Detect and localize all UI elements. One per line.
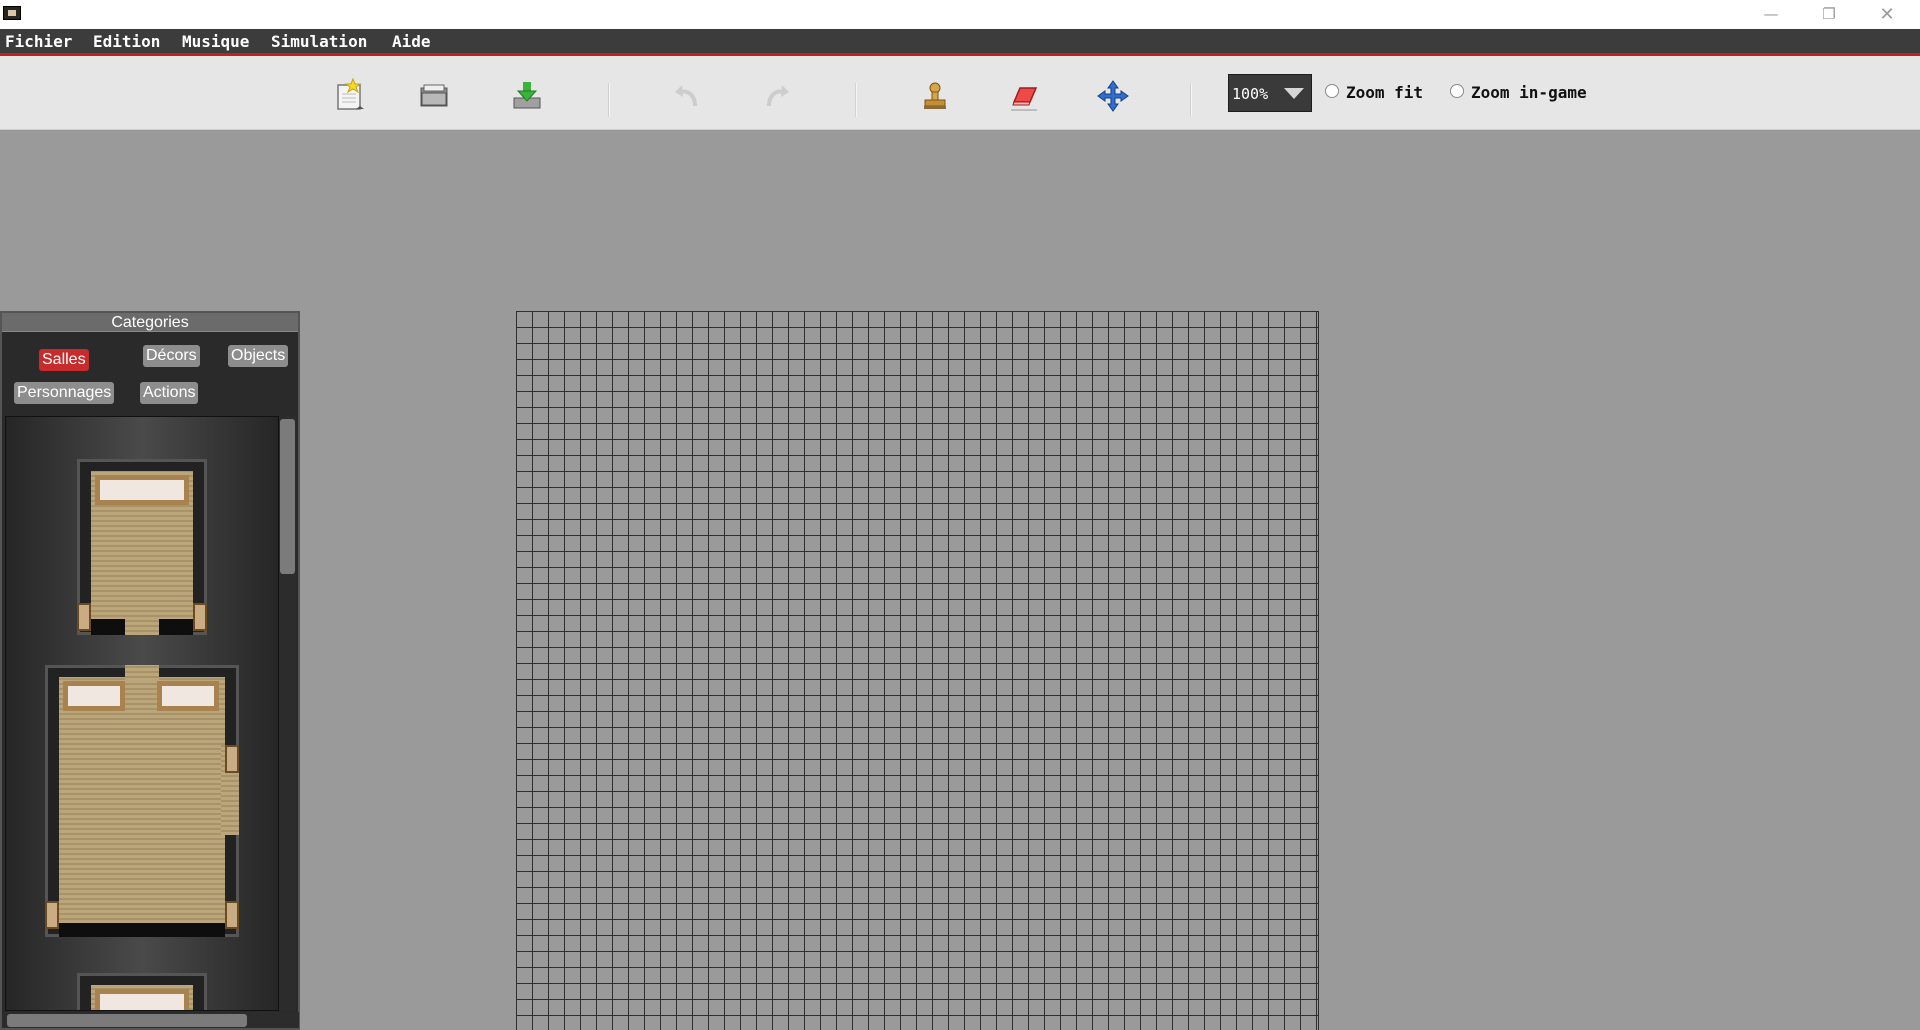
toolbar-separator bbox=[1190, 83, 1192, 117]
menu-simulation[interactable]: Simulation bbox=[271, 32, 367, 52]
tile-list[interactable] bbox=[5, 416, 279, 1011]
open-button[interactable] bbox=[415, 76, 455, 116]
zoom-select[interactable]: 100% bbox=[1228, 74, 1312, 112]
stamp-icon bbox=[924, 82, 946, 109]
category-decors[interactable]: Décors bbox=[143, 345, 200, 367]
bed-icon bbox=[63, 681, 125, 711]
door-icon bbox=[77, 603, 91, 631]
door-icon bbox=[193, 603, 207, 631]
move-button[interactable] bbox=[1093, 76, 1133, 116]
stamp-button[interactable] bbox=[915, 76, 955, 116]
category-objects[interactable]: Objects bbox=[228, 345, 289, 367]
redo-button[interactable] bbox=[757, 76, 797, 116]
bed-icon bbox=[157, 681, 219, 711]
zoom-ingame-label[interactable]: Zoom in-game bbox=[1471, 83, 1587, 102]
map-grid-canvas[interactable] bbox=[516, 311, 1319, 1030]
room-tile-single-bed-partial[interactable] bbox=[77, 973, 207, 1010]
redo-arrow-icon bbox=[767, 85, 789, 107]
room-tile-double-bed[interactable] bbox=[45, 665, 239, 937]
eraser-icon bbox=[1011, 87, 1038, 111]
categories-panel: Categories Salles Décors Objects Personn… bbox=[0, 311, 300, 1030]
room-shadow bbox=[59, 923, 225, 937]
zoom-ingame-radio[interactable] bbox=[1450, 84, 1464, 98]
chevron-down-icon bbox=[1284, 88, 1304, 99]
toolbar-separator bbox=[608, 83, 610, 117]
room-floor bbox=[125, 665, 159, 681]
zoom-value: 100% bbox=[1232, 85, 1269, 103]
save-download-icon bbox=[513, 82, 541, 109]
new-document-star-icon bbox=[337, 77, 364, 110]
category-salles[interactable]: Salles bbox=[39, 349, 89, 371]
horizontal-scrollbar-thumb[interactable] bbox=[7, 1014, 247, 1027]
toolbar: 100% Zoom fit Zoom in-game bbox=[0, 56, 1920, 130]
zoom-fit-radio[interactable] bbox=[1325, 84, 1339, 98]
bed-icon bbox=[95, 989, 189, 1010]
menu-edition[interactable]: Edition bbox=[93, 32, 160, 52]
close-button[interactable]: ✕ bbox=[1858, 0, 1916, 29]
toolbar-separator bbox=[855, 83, 857, 117]
vertical-scrollbar-thumb[interactable] bbox=[280, 419, 295, 574]
menu-bar: Fichier Edition Musique Simulation Aide bbox=[0, 29, 1920, 56]
eraser-button[interactable] bbox=[1004, 76, 1044, 116]
minimize-button[interactable]: — bbox=[1742, 0, 1800, 29]
category-actions[interactable]: Actions bbox=[140, 382, 199, 404]
room-shadow bbox=[91, 619, 125, 635]
room-floor bbox=[59, 677, 225, 923]
save-button[interactable] bbox=[507, 76, 547, 116]
door-icon bbox=[225, 901, 239, 929]
panel-title: Categories bbox=[2, 313, 298, 332]
bed-icon bbox=[95, 475, 189, 505]
menu-musique[interactable]: Musique bbox=[182, 32, 249, 52]
title-bar: — ❐ ✕ bbox=[0, 0, 1920, 29]
move-arrows-icon bbox=[1097, 80, 1129, 112]
menu-fichier[interactable]: Fichier bbox=[5, 32, 72, 52]
zoom-fit-label[interactable]: Zoom fit bbox=[1346, 83, 1423, 102]
room-tile-single-bed[interactable] bbox=[77, 459, 207, 635]
new-map-button[interactable] bbox=[331, 76, 371, 116]
category-personnages[interactable]: Personnages bbox=[14, 382, 115, 404]
app-icon bbox=[3, 6, 21, 20]
room-shadow bbox=[159, 619, 193, 635]
door-icon bbox=[225, 745, 239, 773]
menu-aide[interactable]: Aide bbox=[392, 32, 431, 52]
maximize-button[interactable]: ❐ bbox=[1800, 0, 1858, 29]
undo-arrow-icon bbox=[675, 85, 697, 107]
folder-open-icon bbox=[420, 84, 448, 107]
undo-button[interactable] bbox=[667, 76, 707, 116]
door-icon bbox=[45, 901, 59, 929]
